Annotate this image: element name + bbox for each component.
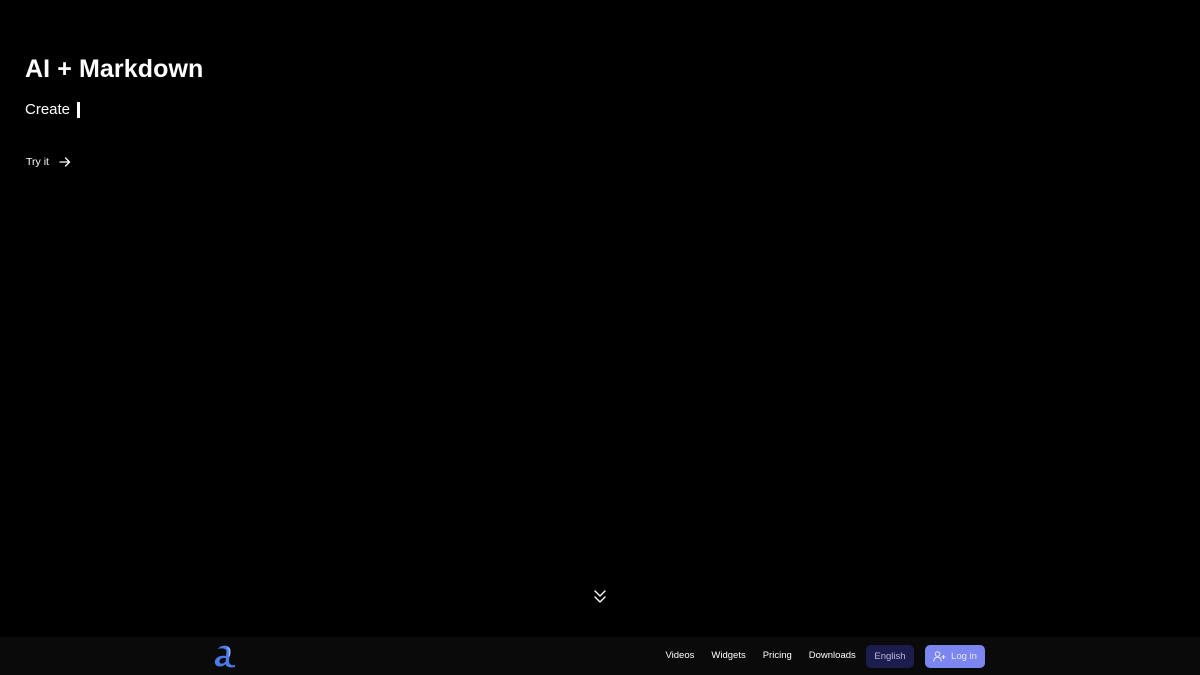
hero-title: AI + Markdown	[25, 55, 204, 83]
nav-link-pricing[interactable]: Pricing	[754, 637, 800, 675]
nav-link-videos[interactable]: Videos	[657, 637, 703, 675]
bottom-navbar: Videos Widgets Pricing Downloads English…	[0, 637, 1200, 675]
login-label: Log in	[951, 651, 977, 662]
login-button[interactable]: Log in	[925, 645, 985, 668]
arrow-right-icon	[59, 157, 71, 167]
page: AI + Markdown Create Try it Videos Widge…	[0, 0, 1200, 675]
typing-cursor	[77, 102, 81, 118]
user-plus-icon	[933, 651, 946, 662]
nav-link-widgets[interactable]: Widgets	[703, 637, 754, 675]
try-it-link[interactable]: Try it	[26, 155, 71, 169]
hero-subtitle-row: Create	[25, 101, 203, 119]
hero-subtitle: Create	[25, 101, 71, 118]
double-chevron-down-icon[interactable]	[593, 589, 607, 605]
app-logo-icon[interactable]	[214, 644, 236, 668]
try-it-label: Try it	[26, 156, 49, 168]
hero-section: AI + Markdown Create	[25, 54, 203, 119]
nav-links: Videos Widgets Pricing Downloads	[657, 637, 864, 675]
nav-link-downloads[interactable]: Downloads	[800, 637, 864, 675]
language-button[interactable]: English	[866, 645, 914, 668]
